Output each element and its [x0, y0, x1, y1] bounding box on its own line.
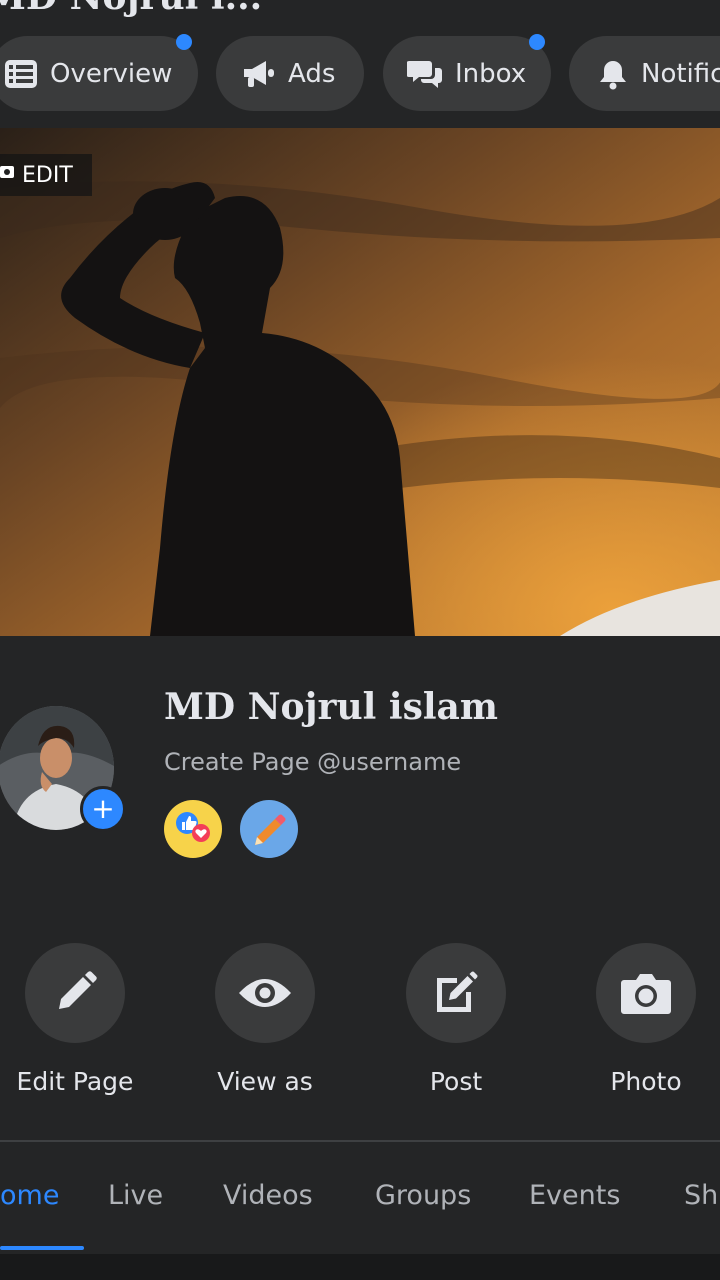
chat-icon	[407, 58, 443, 90]
tab-notifications[interactable]: Notific	[569, 36, 720, 111]
compose-icon	[406, 943, 506, 1043]
tab-inbox-label: Inbox	[455, 58, 527, 89]
cover-photo[interactable]	[0, 128, 720, 636]
add-profile-picture-button[interactable]: +	[80, 786, 126, 832]
plus-icon: +	[91, 792, 115, 825]
view-as-label: View as	[217, 1067, 313, 1096]
tab-overview-label: Overview	[50, 58, 173, 89]
bottom-strip	[0, 1254, 720, 1280]
camera-icon	[596, 943, 696, 1043]
like-love-icon	[173, 807, 213, 851]
pencil-sticker-icon	[249, 807, 289, 851]
eye-icon	[215, 943, 315, 1043]
top-bar: MD Nojrul i... Overview Ads	[0, 0, 720, 128]
create-username-link[interactable]: Create Page @username	[164, 748, 461, 776]
notification-dot	[176, 34, 192, 50]
tab-shop[interactable]: Sh	[684, 1180, 718, 1211]
edit-cover-button[interactable]: EDIT	[0, 154, 92, 196]
tab-events[interactable]: Events	[529, 1180, 620, 1211]
tab-ads-label: Ads	[288, 58, 336, 89]
bell-icon	[597, 58, 629, 90]
photo-label: Photo	[610, 1067, 682, 1096]
tab-videos[interactable]: Videos	[223, 1180, 313, 1211]
view-as-button[interactable]: View as	[175, 943, 355, 1096]
list-icon	[4, 59, 38, 89]
sticker-badge[interactable]	[240, 800, 298, 858]
tab-overview[interactable]: Overview	[0, 34, 198, 111]
active-tab-indicator	[0, 1246, 84, 1250]
camera-icon	[0, 162, 16, 188]
tab-notifications-label: Notific	[641, 58, 720, 89]
tab-groups[interactable]: Groups	[375, 1180, 471, 1211]
notification-dot	[529, 34, 545, 50]
tab-inbox[interactable]: Inbox	[383, 34, 551, 111]
edit-cover-label: EDIT	[22, 162, 73, 188]
tab-ads[interactable]: Ads	[216, 36, 364, 111]
post-button[interactable]: Post	[366, 943, 546, 1096]
pencil-icon	[25, 943, 125, 1043]
tab-home[interactable]: ome	[0, 1180, 59, 1211]
reactions-badge[interactable]	[164, 800, 222, 858]
page-tabs: ome Live Videos Groups Events Sh	[0, 1142, 720, 1254]
edit-page-button[interactable]: Edit Page	[0, 943, 165, 1096]
photo-button[interactable]: Photo	[556, 943, 720, 1096]
cover-image	[0, 128, 720, 636]
post-label: Post	[429, 1067, 483, 1096]
page-title: MD Nojrul i...	[0, 0, 262, 18]
profile-name: MD Nojrul islam	[164, 686, 498, 728]
megaphone-icon	[242, 59, 276, 89]
tab-live[interactable]: Live	[108, 1180, 163, 1211]
edit-page-label: Edit Page	[16, 1067, 134, 1096]
